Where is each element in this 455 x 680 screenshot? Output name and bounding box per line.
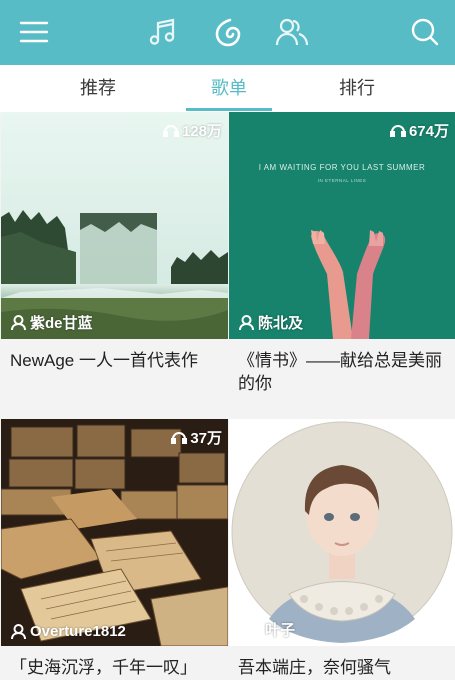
headphones-icon	[430, 428, 446, 440]
headphones-icon	[171, 432, 188, 444]
play-count: 674万	[389, 120, 449, 141]
playlist-title[interactable]: NewAge 一人一首代表作	[1, 339, 228, 419]
author-name: 叶子	[265, 622, 296, 639]
friends-icon[interactable]	[272, 12, 312, 52]
playlist-author[interactable]: 紫de甘蓝	[11, 312, 93, 333]
playlist-cover: I AM WAITING FOR YOU LAST SUMMER IN ETER…	[229, 112, 455, 339]
playlist-card[interactable]: 128万 紫de甘蓝 NewAge 一人一首代表作	[1, 112, 228, 419]
play-count-value: 128万	[181, 123, 222, 140]
disc-icon[interactable]	[208, 12, 248, 52]
user-icon	[11, 314, 26, 330]
play-count	[430, 427, 449, 440]
headphones-icon	[389, 125, 406, 137]
tab-bar: 推荐 歌单 排行	[0, 65, 455, 112]
play-count: 37万	[171, 427, 222, 448]
playlist-card[interactable]: I AM WAITING FOR YOU LAST SUMMER IN ETER…	[229, 112, 455, 419]
playlist-title[interactable]: 「史海沉浮，千年一叹」	[1, 646, 228, 680]
playlist-author[interactable]: 陈北及	[239, 312, 303, 333]
search-icon[interactable]	[405, 12, 445, 52]
user-icon	[239, 314, 254, 330]
play-count-value: 37万	[190, 430, 222, 447]
cover-text-line-1: I AM WAITING FOR YOU LAST SUMMER	[259, 163, 426, 172]
playlist-cover: 37万 Overture1812	[1, 419, 228, 646]
playlist-cover: 叶子	[229, 419, 455, 646]
author-name: 紫de甘蓝	[30, 315, 93, 332]
tab-playlists[interactable]: 歌单	[179, 65, 279, 112]
tab-charts[interactable]: 排行	[307, 65, 407, 112]
user-icon	[11, 623, 26, 639]
playlist-author[interactable]: 叶子	[265, 619, 295, 640]
play-count-value: 674万	[408, 123, 449, 140]
tab-recommend[interactable]: 推荐	[48, 65, 148, 112]
cover-text-line-2: IN ETERNAL LINES	[318, 178, 367, 183]
playlist-title[interactable]: 吾本端庄，奈何骚气	[229, 646, 455, 680]
playlist-cover: 128万 紫de甘蓝	[1, 112, 228, 339]
author-name: 陈北及	[258, 315, 304, 332]
playlist-card[interactable]: 37万 Overture1812 「史海沉浮，千年一叹」	[1, 419, 228, 680]
playlist-title[interactable]: 《情书》——献给总是美丽的你	[229, 339, 455, 419]
playlist-author[interactable]: Overture1812	[11, 623, 126, 640]
headphones-icon	[162, 125, 179, 137]
author-name: Overture1812	[30, 623, 126, 640]
playlist-card[interactable]: 叶子 吾本端庄，奈何骚气	[229, 419, 455, 680]
play-count: 128万	[162, 120, 222, 141]
top-navigation-bar	[0, 0, 455, 65]
active-tab-indicator	[186, 108, 272, 111]
menu-icon[interactable]	[14, 12, 54, 52]
music-note-icon[interactable]	[143, 12, 183, 52]
